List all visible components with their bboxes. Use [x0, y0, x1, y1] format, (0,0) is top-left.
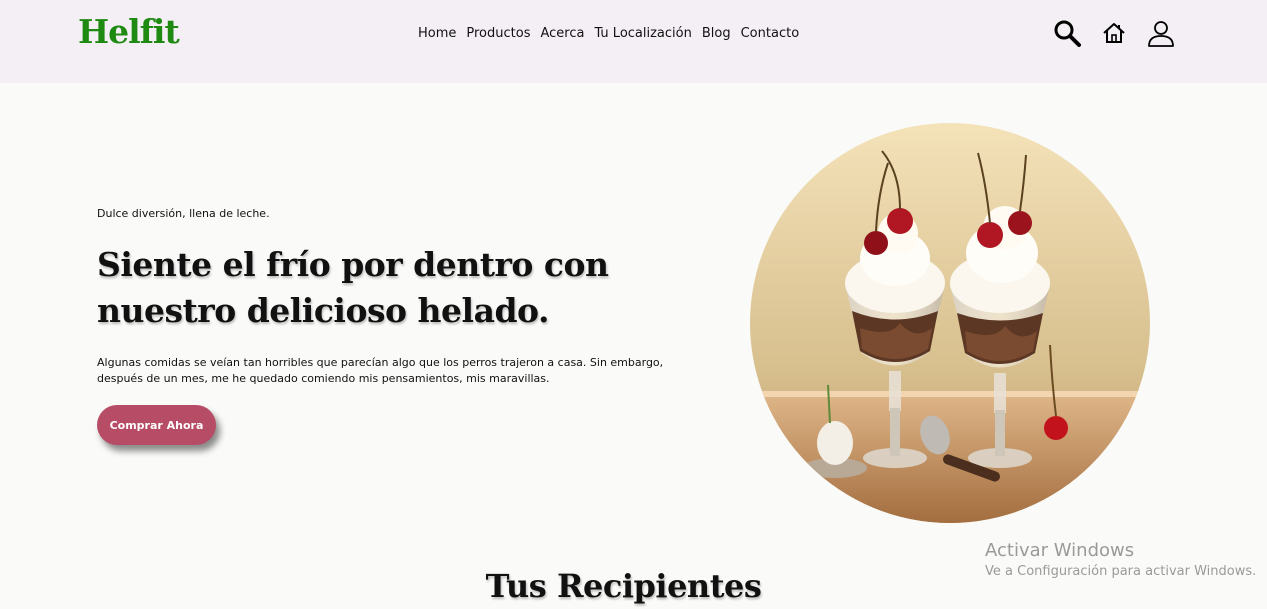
- hero-title: Siente el frío por dentro con nuestro de…: [97, 245, 609, 330]
- main-nav: Home Productos Acerca Tu Localización Bl…: [418, 26, 799, 41]
- logo[interactable]: Helfit: [78, 12, 180, 51]
- user-icon[interactable]: [1146, 18, 1176, 48]
- hero-tagline: Dulce diversión, llena de leche.: [97, 207, 270, 220]
- nav-localizacion[interactable]: Tu Localización: [594, 26, 691, 41]
- nav-acerca[interactable]: Acerca: [540, 26, 584, 41]
- buy-now-button[interactable]: Comprar Ahora: [97, 405, 216, 445]
- search-icon[interactable]: [1052, 18, 1082, 48]
- nav-home[interactable]: Home: [418, 26, 456, 41]
- nav-blog[interactable]: Blog: [702, 26, 731, 41]
- windows-activation-watermark: Activar Windows Ve a Configuración para …: [985, 540, 1256, 579]
- header-icons: [1052, 18, 1176, 48]
- activation-subtitle: Ve a Configuración para activar Windows.: [985, 564, 1257, 579]
- hero-description: Algunas comidas se veían tan horribles q…: [97, 356, 664, 385]
- home-icon[interactable]: [1099, 18, 1129, 48]
- ice-cream-sundae-photo: [750, 123, 1150, 523]
- navbar: Helfit Home Productos Acerca Tu Localiza…: [0, 0, 1267, 83]
- nav-contacto[interactable]: Contacto: [741, 26, 800, 41]
- activation-title: Activar Windows: [985, 540, 1135, 561]
- nav-productos[interactable]: Productos: [466, 26, 530, 41]
